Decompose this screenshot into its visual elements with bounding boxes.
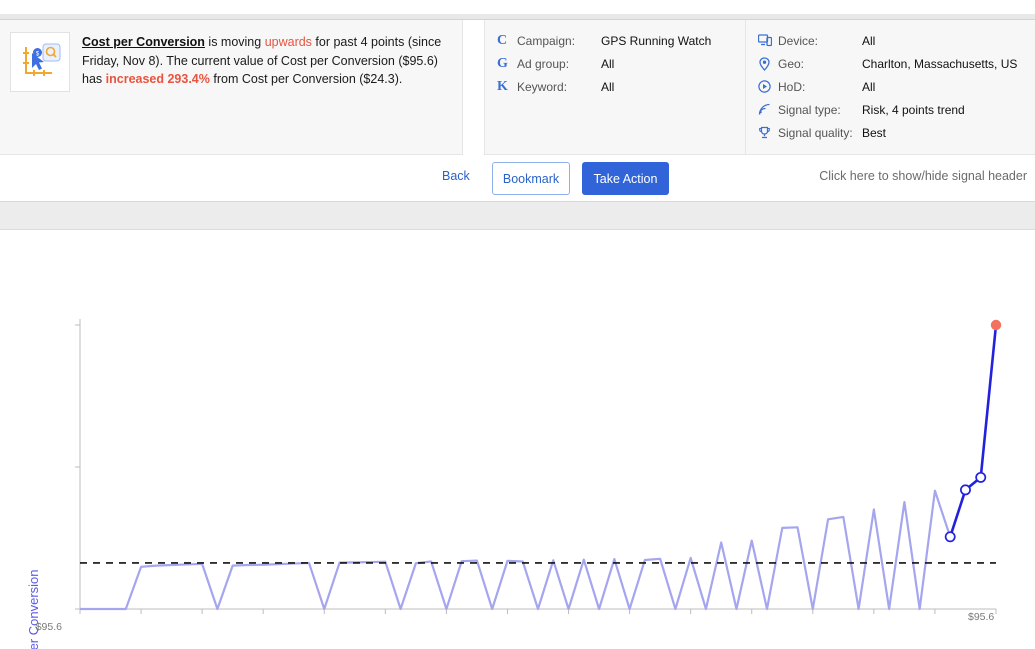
meta-key-signal-quality: Signal quality: [778, 125, 853, 140]
meta-value-keyword: All [601, 79, 615, 94]
meta-key-geo: Geo: [778, 56, 805, 71]
keyword-letter-k-icon: K [497, 78, 508, 94]
device-monitor-icon [758, 34, 778, 47]
narrative-metric-link[interactable]: Cost per Conversion [82, 35, 205, 49]
section-divider-band [0, 202, 1035, 230]
meta-row-signal-quality: Signal quality: Best [758, 121, 1035, 144]
signal-wave-icon [758, 103, 778, 116]
trophy-icon [758, 126, 778, 139]
take-action-button[interactable]: Take Action [582, 162, 669, 195]
bookmark-button[interactable]: Bookmark [492, 162, 570, 195]
meta-value-device: All [862, 33, 876, 48]
clock-icon [758, 80, 778, 93]
app-root: $ Cost per Conversion is moving upwards … [0, 0, 1035, 649]
meta-value-geo: Charlton, Massachusetts, US [862, 56, 1018, 71]
meta-key-device: Device: [778, 33, 819, 48]
narrative-change: increased 293.4% [105, 72, 210, 86]
meta-value-signal-quality: Best [862, 125, 887, 140]
meta-row-adgroup: G Ad group: All [497, 52, 745, 75]
narrative-text: Cost per Conversion is moving upwards fo… [82, 32, 448, 92]
top-strip [0, 0, 1035, 14]
campaign-letter-c-icon: C [497, 32, 508, 48]
narrative-seg1: is moving [204, 35, 265, 49]
action-bar: Back Bookmark Take Action Click here to … [0, 155, 1035, 202]
chart-container: Cost per Conversion $95.6 $47.8 $0 Cost … [0, 303, 1035, 649]
adgroup-letter-g-icon: G [497, 55, 508, 71]
signal-header: $ Cost per Conversion is moving upwards … [0, 20, 1035, 155]
signal-meta-right: Device: All Geo: Charlton, Massachusetts… [746, 20, 1035, 155]
chart-last-point-label: $95.6 [968, 611, 995, 623]
meta-row-campaign: C Campaign: GPS Running Watch [497, 29, 745, 52]
meta-row-device: Device: All [758, 29, 1035, 52]
chart-toolbar: Zoom 0% Reset Conversions Last 7 days: 7… [0, 231, 1035, 534]
chart-plot [75, 319, 1002, 614]
meta-value-hod: All [862, 79, 876, 94]
meta-row-geo: Geo: Charlton, Massachusetts, US [758, 52, 1035, 75]
meta-row-hod: HoD: All [758, 75, 1035, 98]
toggle-signal-header-link[interactable]: Click here to show/hide signal header [819, 169, 1027, 183]
meta-key-hod: HoD: [778, 79, 806, 94]
narrative-direction: upwards [264, 35, 312, 49]
meta-key-adgroup: Ad group: [517, 56, 570, 71]
chart-cursor-search-icon: $ [10, 32, 70, 92]
back-button[interactable]: Back [442, 169, 470, 183]
signal-meta-left: C Campaign: GPS Running Watch G Ad group… [484, 20, 746, 155]
meta-value-campaign: GPS Running Watch [601, 33, 712, 48]
meta-row-signal-type: Signal type: Risk, 4 points trend [758, 98, 1035, 121]
narrative-seg3: from Cost per Conversion ($24.3). [209, 72, 403, 86]
meta-key-signal-type: Signal type: [778, 102, 841, 117]
meta-value-signal-type: Risk, 4 points trend [862, 102, 965, 117]
narrative-card: $ Cost per Conversion is moving upwards … [0, 20, 463, 155]
meta-key-keyword: Keyword: [517, 79, 568, 94]
meta-key-campaign: Campaign: [517, 33, 576, 48]
geo-pin-icon [758, 56, 778, 71]
meta-row-keyword: K Keyword: All [497, 75, 745, 98]
meta-value-adgroup: All [601, 56, 615, 71]
